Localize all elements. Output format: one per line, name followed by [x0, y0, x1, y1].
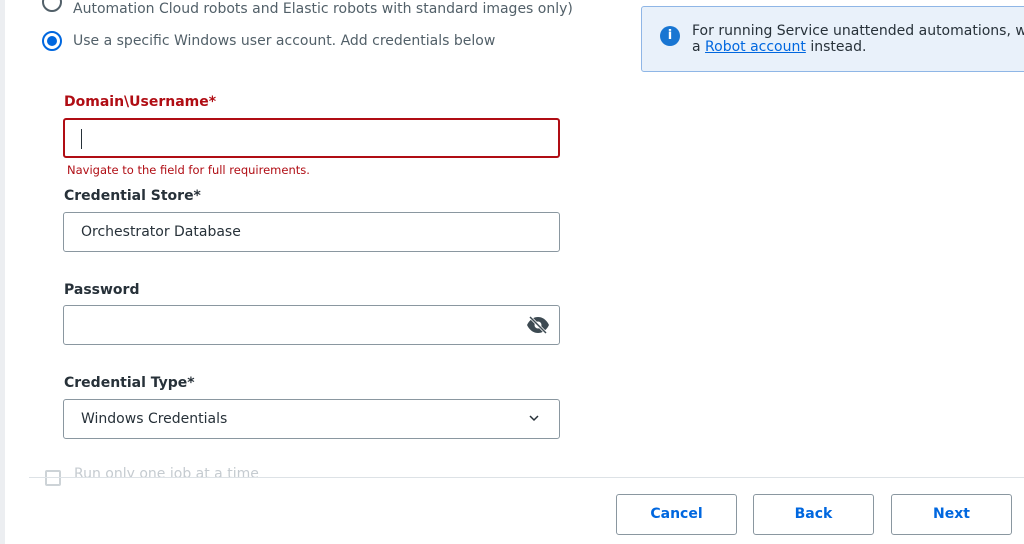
domain-username-label: Domain\Username* — [64, 94, 217, 110]
info-banner: i For running Service unattended automat… — [641, 6, 1024, 72]
credential-type-select[interactable]: Windows Credentials — [63, 399, 560, 439]
credential-store-input[interactable]: Orchestrator Database — [63, 212, 560, 252]
info-icon: i — [660, 26, 680, 46]
domain-username-input[interactable] — [63, 118, 560, 158]
domain-username-error: Navigate to the field for full requireme… — [67, 163, 310, 177]
radio-specific-user[interactable] — [42, 31, 62, 51]
robot-account-link[interactable]: Robot account — [705, 39, 806, 55]
run-one-job-checkbox[interactable] — [45, 470, 61, 486]
chevron-down-icon — [529, 415, 539, 422]
credential-type-label: Credential Type* — [64, 375, 195, 391]
footer-divider — [29, 477, 1024, 478]
password-input[interactable] — [63, 305, 560, 345]
password-label: Password — [64, 282, 140, 298]
radio-standard-robots[interactable] — [42, 0, 62, 12]
left-border — [0, 0, 5, 544]
cancel-button[interactable]: Cancel — [616, 494, 737, 535]
credential-store-label: Credential Store* — [64, 188, 201, 204]
back-button[interactable]: Back — [753, 494, 874, 535]
radio-specific-user-label: Use a specific Windows user account. Add… — [73, 33, 496, 49]
info-text-prefix: a — [692, 39, 706, 55]
credential-type-value: Windows Credentials — [81, 411, 228, 427]
info-text-suffix: instead. — [805, 39, 867, 55]
run-one-job-label: Run only one job at a time — [74, 466, 259, 477]
radio-standard-robots-label: Automation Cloud robots and Elastic robo… — [73, 1, 573, 17]
eye-off-icon[interactable] — [526, 316, 550, 334]
next-button[interactable]: Next — [891, 494, 1012, 535]
info-text: For running Service unattended automatio… — [692, 23, 1024, 39]
text-cursor — [81, 129, 82, 149]
